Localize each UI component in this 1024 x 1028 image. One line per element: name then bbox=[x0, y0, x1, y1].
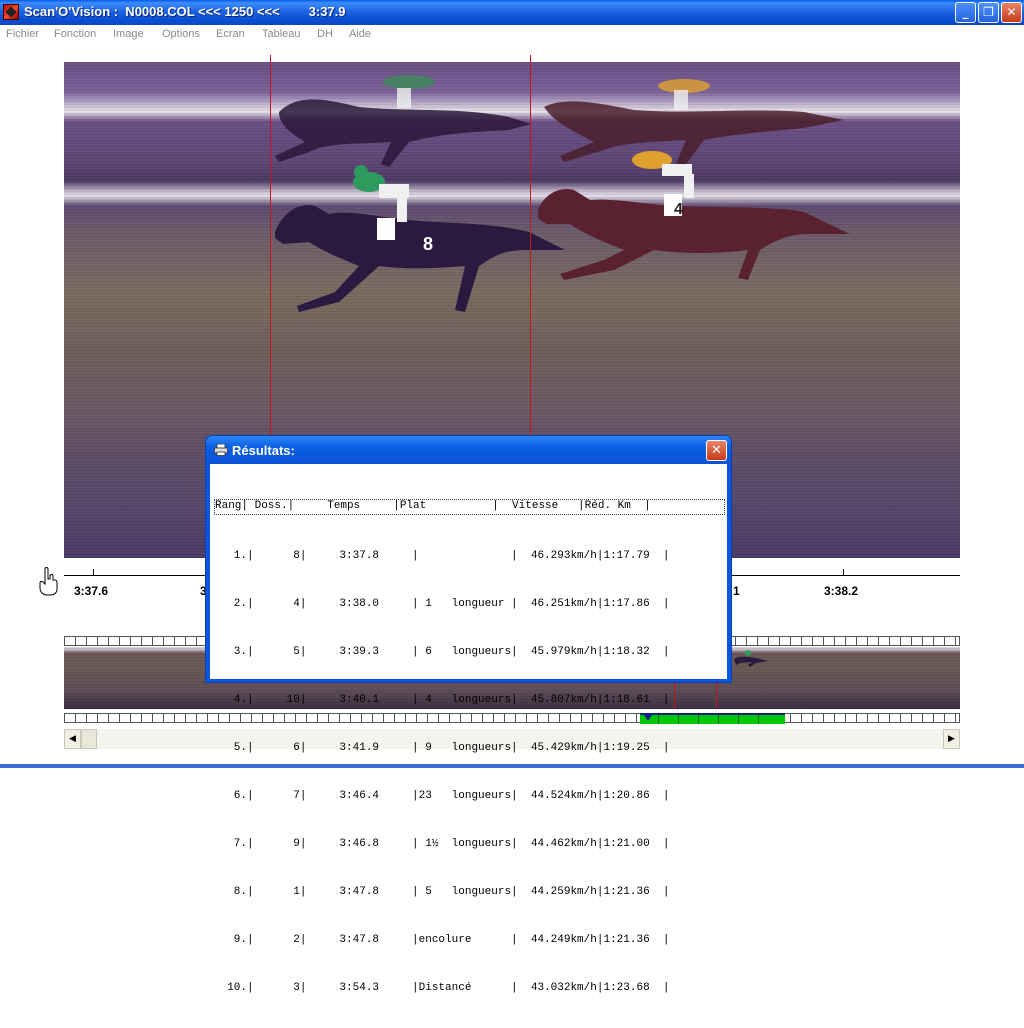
table-row[interactable]: 3.| 5| 3:39.3 | 6 longueurs| 45.979km/h|… bbox=[214, 644, 725, 660]
horse-4: 4 bbox=[538, 151, 850, 280]
menu-ecran[interactable]: Ecran bbox=[216, 28, 245, 40]
menu-fichier[interactable]: Fichier bbox=[6, 28, 39, 40]
menu-options[interactable]: Options bbox=[162, 28, 200, 40]
horse-number-8: 8 bbox=[423, 234, 433, 254]
printer-icon bbox=[214, 444, 228, 456]
horse-number-4: 4 bbox=[674, 201, 683, 218]
scroll-left-button[interactable]: ◀ bbox=[64, 729, 81, 749]
title-bar: Scan'O'Vision : N0008.COL <<< 1250 <<< 3… bbox=[0, 0, 1024, 25]
table-row[interactable]: 5.| 6| 3:41.9 | 9 longueurs| 45.429km/h|… bbox=[214, 740, 725, 756]
time-label: 3:37.6 bbox=[74, 584, 109, 598]
table-row[interactable]: 7.| 9| 3:46.8 | 1½ longueurs| 44.462km/h… bbox=[214, 836, 725, 852]
table-row[interactable]: 9.| 2| 3:47.8 |encolure | 44.249km/h|1:2… bbox=[214, 932, 725, 948]
menu-dh[interactable]: DH bbox=[317, 28, 333, 40]
scroll-right-button[interactable]: ▶ bbox=[943, 729, 960, 749]
results-dialog-title: Résultats: bbox=[232, 443, 295, 458]
finish-line-right[interactable] bbox=[530, 55, 531, 435]
time-tick bbox=[93, 569, 94, 576]
time-label: 1 bbox=[733, 584, 740, 598]
menu-fonction[interactable]: Fonction bbox=[54, 28, 96, 40]
minimize-button[interactable]: _ bbox=[955, 2, 976, 23]
finish-line-left[interactable] bbox=[270, 55, 271, 435]
menu-image[interactable]: Image bbox=[113, 28, 144, 40]
scroll-thumb[interactable] bbox=[81, 729, 97, 749]
hand-pointer-icon[interactable] bbox=[38, 567, 58, 597]
menu-tableau[interactable]: Tableau bbox=[262, 28, 301, 40]
table-row[interactable]: 1.| 8| 3:37.8 | | 46.293km/h|1:17.79 | bbox=[214, 548, 725, 564]
table-row[interactable]: 8.| 1| 3:47.8 | 5 longueurs| 44.259km/h|… bbox=[214, 884, 725, 900]
results-header: Rang| Doss.| Temps |Plat | Vitesse |Réd.… bbox=[214, 499, 725, 515]
overview-horse-icon bbox=[734, 650, 768, 667]
restore-button[interactable]: ❐ bbox=[978, 2, 999, 23]
time-tick bbox=[843, 569, 844, 576]
time-label: 3:38.2 bbox=[824, 584, 859, 598]
app-logo-icon bbox=[3, 4, 19, 20]
results-dialog-titlebar[interactable]: Résultats: ✕ bbox=[206, 436, 731, 464]
window-title: Scan'O'Vision : N0008.COL <<< 1250 <<< 3… bbox=[24, 4, 346, 19]
close-button[interactable]: ✕ bbox=[1001, 2, 1022, 23]
results-table: Rang| Doss.| Temps |Plat | Vitesse |Réd.… bbox=[210, 464, 727, 994]
menu-aide[interactable]: Aide bbox=[349, 28, 371, 40]
table-row[interactable]: 6.| 7| 3:46.4 |23 longueurs| 44.524km/h|… bbox=[214, 788, 725, 804]
horse-8: 8 bbox=[275, 165, 565, 312]
results-close-button[interactable]: ✕ bbox=[706, 440, 727, 461]
menu-bar: Fichier Fonction Image Options Ecran Tab… bbox=[0, 25, 1024, 45]
table-row[interactable]: 2.| 4| 3:38.0 | 1 longueur | 46.251km/h|… bbox=[214, 596, 725, 612]
results-dialog: Résultats: ✕ Rang| Doss.| Temps |Plat | … bbox=[205, 435, 732, 994]
table-row[interactable]: 10.| 3| 3:54.3 |Distancé | 43.032km/h|1:… bbox=[214, 980, 725, 996]
table-row[interactable]: 4.| 10| 3:40.1 | 4 longueurs| 45.807km/h… bbox=[214, 692, 725, 708]
